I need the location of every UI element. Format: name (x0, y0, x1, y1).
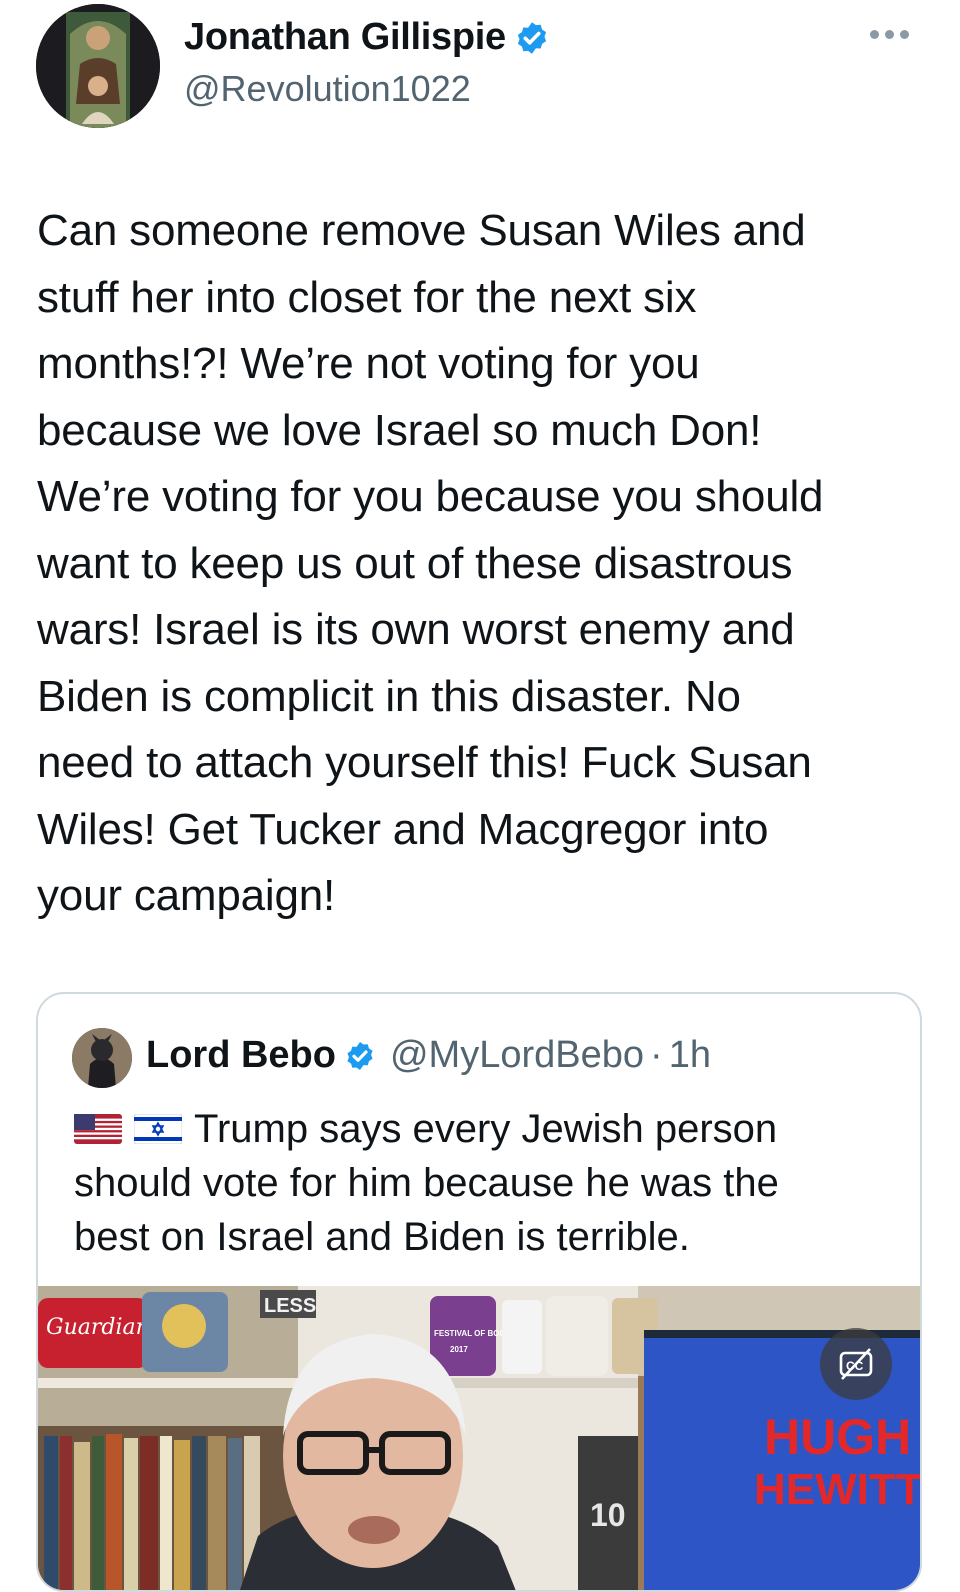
quoted-display-name[interactable]: Lord Bebo (146, 1034, 336, 1077)
quoted-handle[interactable]: @MyLordBebo (390, 1034, 644, 1077)
festival-year-text: 2017 (450, 1345, 468, 1354)
more-options-icon[interactable] (870, 30, 909, 39)
book-number-text: 10 (590, 1497, 626, 1533)
verified-badge-icon (347, 1041, 373, 1070)
author-avatar[interactable] (36, 4, 160, 128)
quoted-video[interactable]: Guardians LESS FESTIVAL OF BOOKS 2017 10… (38, 1286, 922, 1590)
tweet-text: Can someone remove Susan Wiles and stuff… (37, 206, 824, 920)
less-sign-text: LESS (264, 1295, 316, 1317)
quoted-author-avatar[interactable] (72, 1028, 132, 1088)
quoted-header: Lord Bebo @MyLordBebo · 1h (146, 1034, 711, 1077)
author-handle[interactable]: @Revolution1022 (184, 68, 471, 110)
quoted-timestamp[interactable]: 1h (669, 1034, 711, 1077)
verified-badge-icon (517, 21, 546, 54)
quoted-tweet[interactable]: Lord Bebo @MyLordBebo · 1h Trump says ev… (36, 992, 922, 1592)
quoted-separator: · (650, 1034, 663, 1076)
israel-flag-icon (134, 1114, 182, 1144)
quoted-text-block: Trump says every Jewish person should vo… (74, 1102, 894, 1264)
us-flag-icon (74, 1114, 122, 1144)
captions-off-icon[interactable]: CC (820, 1328, 892, 1400)
author-display-name[interactable]: Jonathan Gillispie (184, 16, 506, 59)
hugh-logo-text: HUGH (764, 1409, 911, 1465)
hewitt-logo-text: HEWITT (754, 1465, 922, 1514)
author-name-row[interactable]: Jonathan Gillispie (184, 16, 550, 59)
